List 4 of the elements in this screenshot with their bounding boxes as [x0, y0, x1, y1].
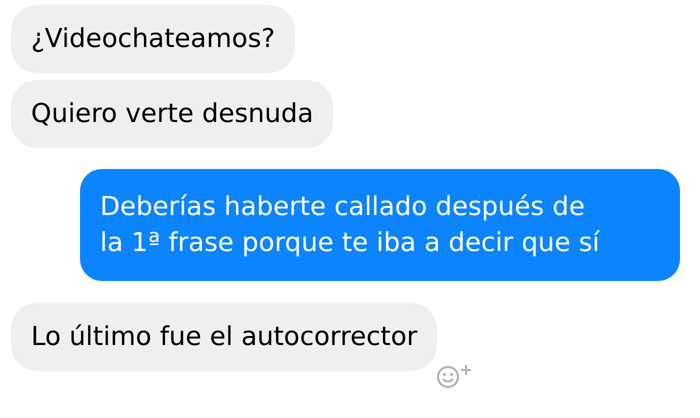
message-bubble: Deberías haberte callado después de la 1ª frase porque te iba a decir que sí: [80, 169, 680, 281]
message-bubble: ¿Videochateamos?: [11, 5, 296, 73]
message-bubble: Lo último fue el autocorrector: [11, 303, 438, 371]
message-bubble: Quiero verte desnuda: [11, 80, 334, 148]
